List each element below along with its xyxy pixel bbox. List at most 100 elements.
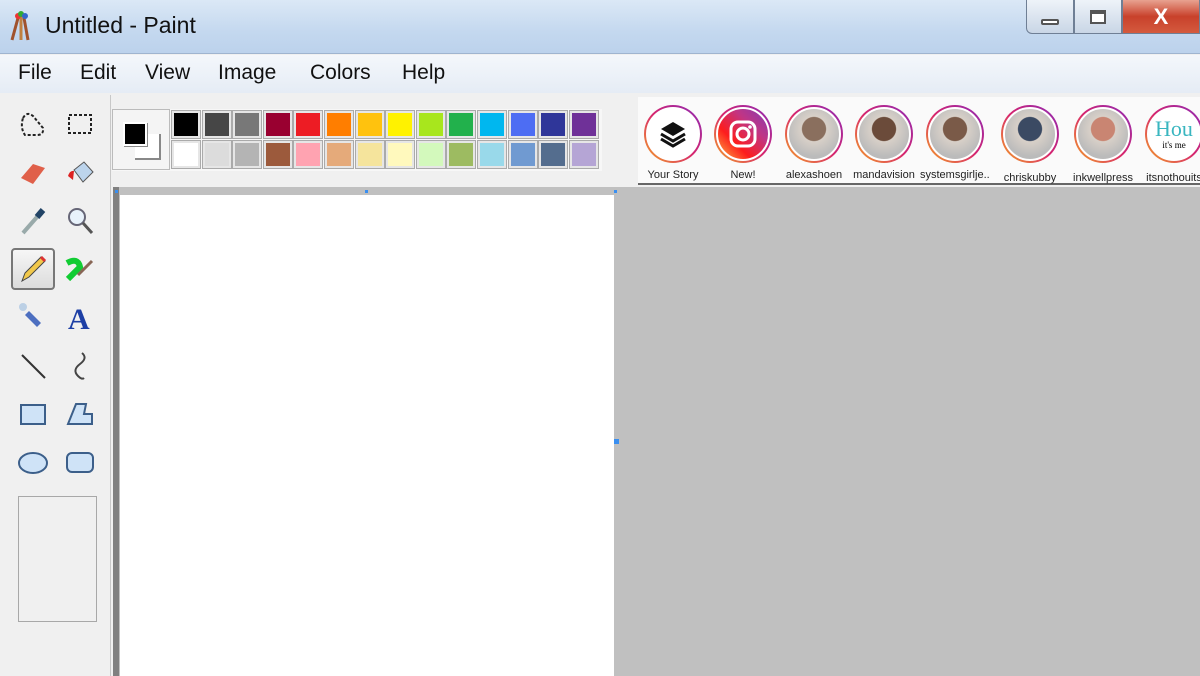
palette-swatch[interactable] — [232, 140, 263, 169]
resize-handle-corner[interactable] — [614, 190, 617, 193]
close-button[interactable]: X — [1122, 0, 1200, 34]
story-label: itsnothouits — [1146, 172, 1200, 184]
story-ring — [714, 105, 772, 163]
minimize-icon — [1041, 18, 1059, 25]
workspace-edge — [113, 187, 119, 676]
story-4[interactable]: systemsgirlje... — [920, 105, 990, 181]
palette-swatch[interactable] — [385, 110, 416, 139]
palette-swatch[interactable] — [354, 140, 385, 169]
story-label: chriskubby — [1003, 172, 1057, 184]
window-title: Untitled - Paint — [45, 12, 196, 38]
menu-file[interactable]: File — [18, 61, 52, 85]
tool-rectangle[interactable] — [11, 393, 55, 435]
maximize-icon — [1090, 9, 1106, 24]
palette-swatch[interactable] — [201, 140, 232, 169]
menu-image[interactable]: Image — [218, 61, 276, 85]
rect-select-icon — [68, 114, 92, 134]
minimize-button[interactable] — [1026, 0, 1074, 34]
menu-help[interactable]: Help — [402, 61, 445, 85]
svg-text:A: A — [68, 303, 90, 333]
palette-swatch[interactable] — [171, 140, 201, 169]
avatar — [1003, 107, 1057, 161]
palette-swatch[interactable] — [446, 110, 477, 139]
menu-view[interactable]: View — [145, 61, 190, 85]
layers-icon — [646, 107, 700, 161]
story-label: New! — [730, 169, 756, 181]
pencil-icon — [21, 255, 47, 283]
story-ring: Hou it's me — [1145, 105, 1200, 163]
palette-swatch[interactable] — [324, 110, 354, 139]
color-palette — [112, 109, 602, 171]
story-5[interactable]: chriskubby — [995, 105, 1065, 184]
close-icon: X — [1153, 3, 1169, 29]
palette-swatch[interactable] — [568, 140, 599, 169]
tool-airbrush[interactable] — [11, 296, 55, 338]
tool-magnifier[interactable] — [58, 200, 102, 242]
tool-eraser[interactable] — [11, 151, 55, 193]
story-ring — [785, 105, 843, 163]
story-label: mandavision — [853, 169, 915, 181]
tool-text[interactable]: A — [58, 296, 102, 338]
palette-swatch[interactable] — [385, 140, 416, 169]
foreground-color[interactable] — [123, 122, 147, 146]
menu-edit[interactable]: Edit — [80, 61, 116, 85]
eraser-icon — [21, 164, 45, 185]
palette-swatch[interactable] — [201, 110, 232, 139]
story-0[interactable]: Your Story — [638, 105, 708, 181]
palette-swatch[interactable] — [507, 140, 538, 169]
tool-fill[interactable] — [58, 151, 102, 193]
toolbox: A — [0, 95, 111, 676]
tool-options-box[interactable] — [18, 496, 97, 622]
tool-pencil[interactable] — [11, 247, 55, 290]
resize-handle-right[interactable] — [614, 439, 619, 444]
palette-swatch[interactable] — [324, 140, 354, 169]
lasso-icon — [20, 112, 45, 136]
story-3[interactable]: mandavision — [849, 105, 919, 181]
palette-swatch[interactable] — [507, 110, 538, 139]
palette-swatch[interactable] — [568, 110, 599, 139]
rounded-rect-icon — [66, 452, 94, 474]
palette-swatch[interactable] — [293, 110, 324, 139]
tool-brush[interactable] — [58, 248, 102, 290]
current-colors[interactable] — [112, 109, 170, 170]
text-icon: A — [68, 303, 90, 333]
palette-swatch[interactable] — [477, 110, 507, 139]
drawing-canvas[interactable] — [120, 195, 614, 676]
tool-free-form-select[interactable] — [11, 103, 55, 145]
palette-swatch[interactable] — [538, 140, 569, 169]
tool-pick-color[interactable] — [11, 200, 55, 242]
tool-line[interactable] — [11, 345, 55, 387]
tool-curve[interactable] — [58, 345, 102, 387]
menu-bar: File Edit View Image Colors Help — [0, 55, 1200, 93]
story-6[interactable]: inkwellpress — [1068, 105, 1138, 184]
avatar: Hou it's me — [1147, 107, 1200, 161]
palette-swatch[interactable] — [262, 110, 293, 139]
tool-rectangle-select[interactable] — [58, 103, 102, 145]
palette-swatch[interactable] — [262, 140, 293, 169]
palette-swatch[interactable] — [477, 140, 507, 169]
story-1[interactable]: New! — [708, 105, 778, 181]
palette-swatch[interactable] — [232, 110, 263, 139]
resize-handle-bottom-mid[interactable] — [365, 190, 368, 193]
palette-swatch[interactable] — [415, 110, 446, 139]
palette-swatch[interactable] — [446, 140, 477, 169]
palette-swatch[interactable] — [171, 110, 201, 139]
eyedropper-icon — [21, 207, 46, 234]
tool-rounded-rectangle[interactable] — [58, 441, 102, 483]
story-ring — [1001, 105, 1059, 163]
tool-ellipse[interactable] — [11, 441, 55, 483]
tool-polygon[interactable] — [58, 393, 102, 435]
resize-handle-left[interactable] — [115, 190, 118, 193]
story-2[interactable]: alexashoen — [779, 105, 849, 181]
palette-swatch[interactable] — [293, 140, 324, 169]
story-label: systemsgirlje... — [920, 169, 990, 181]
palette-swatch[interactable] — [415, 140, 446, 169]
line-icon — [21, 353, 46, 379]
palette-swatch[interactable] — [354, 110, 385, 139]
instagram-stories-bar: Your Story New! alexashoen mandavision syste… — [638, 97, 1200, 185]
story-7[interactable]: Hou it's me itsnothouits — [1139, 105, 1200, 184]
avatar — [787, 107, 841, 161]
menu-colors[interactable]: Colors — [310, 61, 371, 85]
palette-swatch[interactable] — [538, 110, 569, 139]
maximize-button[interactable] — [1074, 0, 1122, 34]
